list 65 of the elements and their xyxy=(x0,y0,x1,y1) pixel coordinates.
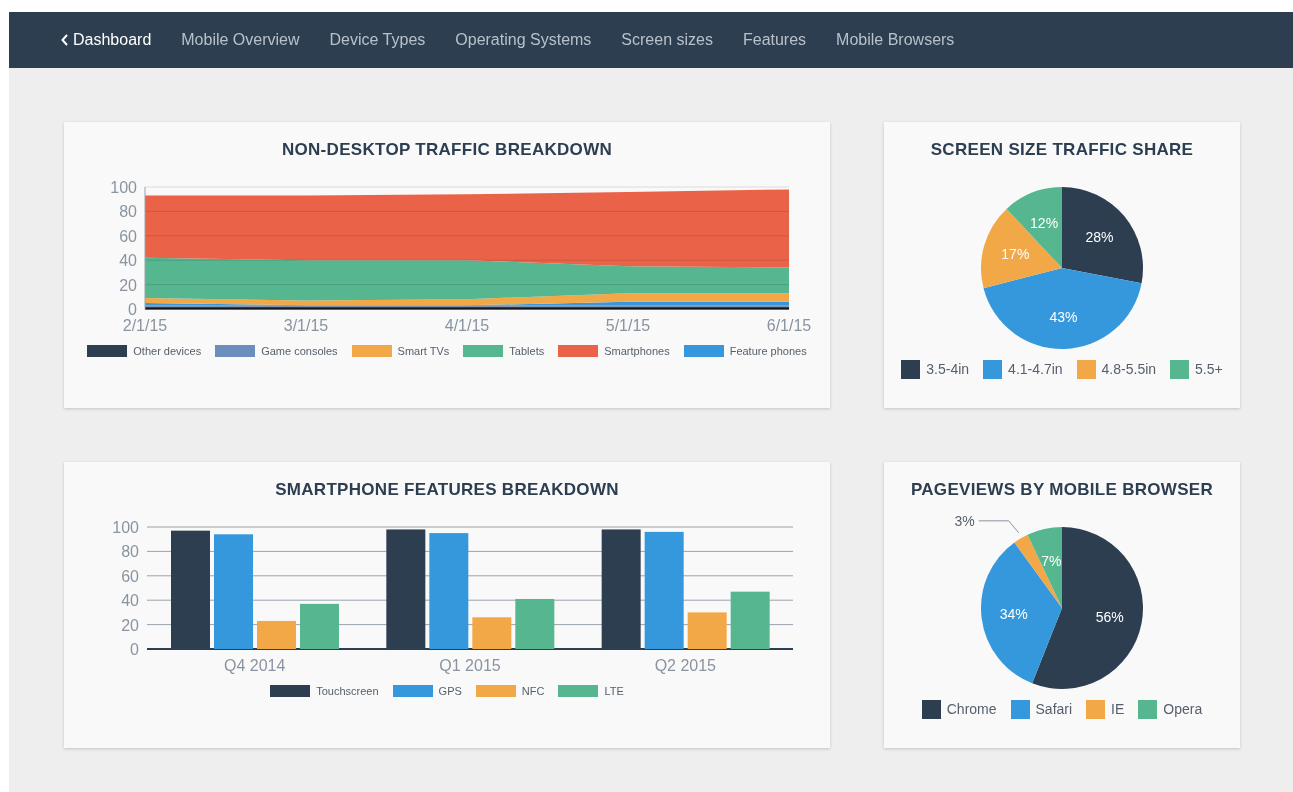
nav-link[interactable]: Operating Systems xyxy=(455,28,592,52)
legend-label: IE xyxy=(1111,699,1125,719)
bar xyxy=(472,616,512,649)
axis-tick-label: 6/1/15 xyxy=(766,316,812,334)
axis-tick-label: 20 xyxy=(119,276,137,294)
card-title: SCREEN SIZE TRAFFIC SHARE xyxy=(930,139,1194,161)
legend-label: Feature phones xyxy=(729,343,807,359)
slice-label: 3% xyxy=(954,512,975,529)
slice-label: 12% xyxy=(1030,214,1059,231)
legend-label: 3.5-4in xyxy=(926,359,970,379)
legend-label: Touchscreen xyxy=(316,683,379,699)
nav-link[interactable]: Mobile Browsers xyxy=(836,28,955,52)
legend-label: NFC xyxy=(521,683,545,699)
axis-tick-label: 60 xyxy=(121,567,139,585)
axis-tick-label: 3/1/15 xyxy=(283,316,329,334)
back-link[interactable]: Dashboard xyxy=(61,28,152,52)
legend-label: Opera xyxy=(1163,699,1203,719)
legend-label: 4.1-4.7in xyxy=(1008,359,1063,379)
axis-tick-label: Q2 2015 xyxy=(654,656,717,674)
legend-label: 4.8-5.5in xyxy=(1101,359,1157,379)
axis-tick-label: 0 xyxy=(128,300,137,318)
legend-label: Game consoles xyxy=(261,343,338,359)
legend-label: Smartphones xyxy=(604,343,670,359)
nav-link[interactable]: Device Types xyxy=(329,28,426,52)
legend-label: Other devices xyxy=(133,343,202,359)
axis-tick-label: 60 xyxy=(119,227,137,245)
bar xyxy=(730,591,770,649)
leader-line xyxy=(978,519,1020,533)
axis-tick-label: 2/1/15 xyxy=(122,316,168,334)
card-title: SMARTPHONE FEATURES BREAKDOWN xyxy=(275,479,619,501)
axis-tick-label: 100 xyxy=(112,518,139,536)
axis-tick-label: 100 xyxy=(110,178,137,196)
nav-link[interactable]: Screen sizes xyxy=(621,28,713,52)
axis-tick-label: 0 xyxy=(130,640,139,658)
legend-label: 5.5+ xyxy=(1195,359,1223,379)
legend-label: LTE xyxy=(604,683,624,699)
bar xyxy=(515,598,555,649)
slice-label: 34% xyxy=(999,605,1028,622)
slice-label: 43% xyxy=(1049,308,1078,325)
slice-label: 56% xyxy=(1095,608,1124,625)
axis-tick-label: 20 xyxy=(121,616,139,634)
slice-label: 7% xyxy=(1041,552,1062,569)
legend-label: Chrome xyxy=(946,699,997,719)
axis-tick-label: 40 xyxy=(121,591,139,609)
legend-label: Tablets xyxy=(509,343,545,359)
card-title: NON-DESKTOP TRAFFIC BREAKDOWN xyxy=(281,139,613,161)
card-title: PAGEVIEWS BY MOBILE BROWSER xyxy=(910,479,1214,501)
axis-tick-label: 4/1/15 xyxy=(444,316,490,334)
chevron-left-icon xyxy=(61,34,69,46)
legend-label: Safari xyxy=(1035,699,1073,719)
legend-label: GPS xyxy=(438,683,462,699)
bar xyxy=(300,603,339,649)
bar xyxy=(687,611,727,649)
legend-label: Smart TVs xyxy=(397,343,450,359)
axis-tick-label: Q1 2015 xyxy=(439,656,501,674)
axis-tick-label: 40 xyxy=(119,251,137,269)
axis-tick-label: Q4 2014 xyxy=(223,656,286,674)
slice-label: 17% xyxy=(1001,245,1030,262)
nav-link[interactable]: Features xyxy=(742,28,807,52)
bar xyxy=(257,620,296,649)
axis-tick-label: 80 xyxy=(121,542,139,560)
axis-tick-label: 80 xyxy=(119,202,137,220)
slice-label: 28% xyxy=(1085,228,1114,245)
axis-tick-label: 5/1/15 xyxy=(605,316,651,334)
nav-link[interactable]: Mobile Overview xyxy=(181,28,300,52)
